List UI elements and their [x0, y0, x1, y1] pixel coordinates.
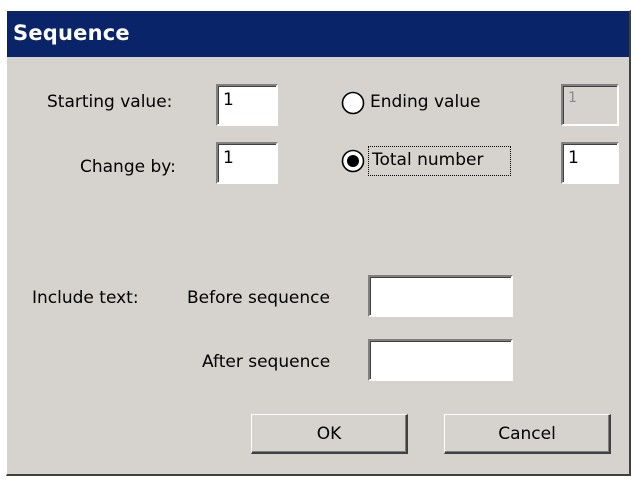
include-text-label: Include text: — [32, 288, 139, 308]
total-number-label[interactable]: Total number — [372, 150, 483, 170]
ending-value-label[interactable]: Ending value — [370, 92, 480, 112]
before-sequence-label: Before sequence — [187, 288, 330, 308]
before-sequence-input[interactable] — [368, 275, 513, 317]
after-sequence-label: After sequence — [202, 352, 331, 372]
ok-button[interactable]: OK — [251, 414, 408, 454]
total-number-input[interactable]: 1 — [561, 142, 619, 184]
radio-selected-icon — [341, 149, 365, 173]
dialog-title: Sequence — [13, 21, 130, 45]
after-sequence-input[interactable] — [368, 339, 513, 381]
radio-unselected-icon — [341, 91, 365, 115]
ending-value-radio[interactable] — [341, 91, 365, 115]
sequence-dialog: Sequence Starting value: 1 Change by: 1 … — [6, 10, 631, 476]
change-by-input[interactable]: 1 — [216, 142, 278, 184]
cancel-button[interactable]: Cancel — [444, 414, 611, 454]
change-by-label: Change by: — [80, 157, 176, 177]
starting-value-input[interactable]: 1 — [216, 84, 278, 126]
ending-value-input: 1 — [561, 84, 619, 126]
total-number-radio[interactable] — [341, 149, 365, 173]
title-bar[interactable]: Sequence — [7, 11, 629, 57]
starting-value-label: Starting value: — [47, 92, 173, 112]
